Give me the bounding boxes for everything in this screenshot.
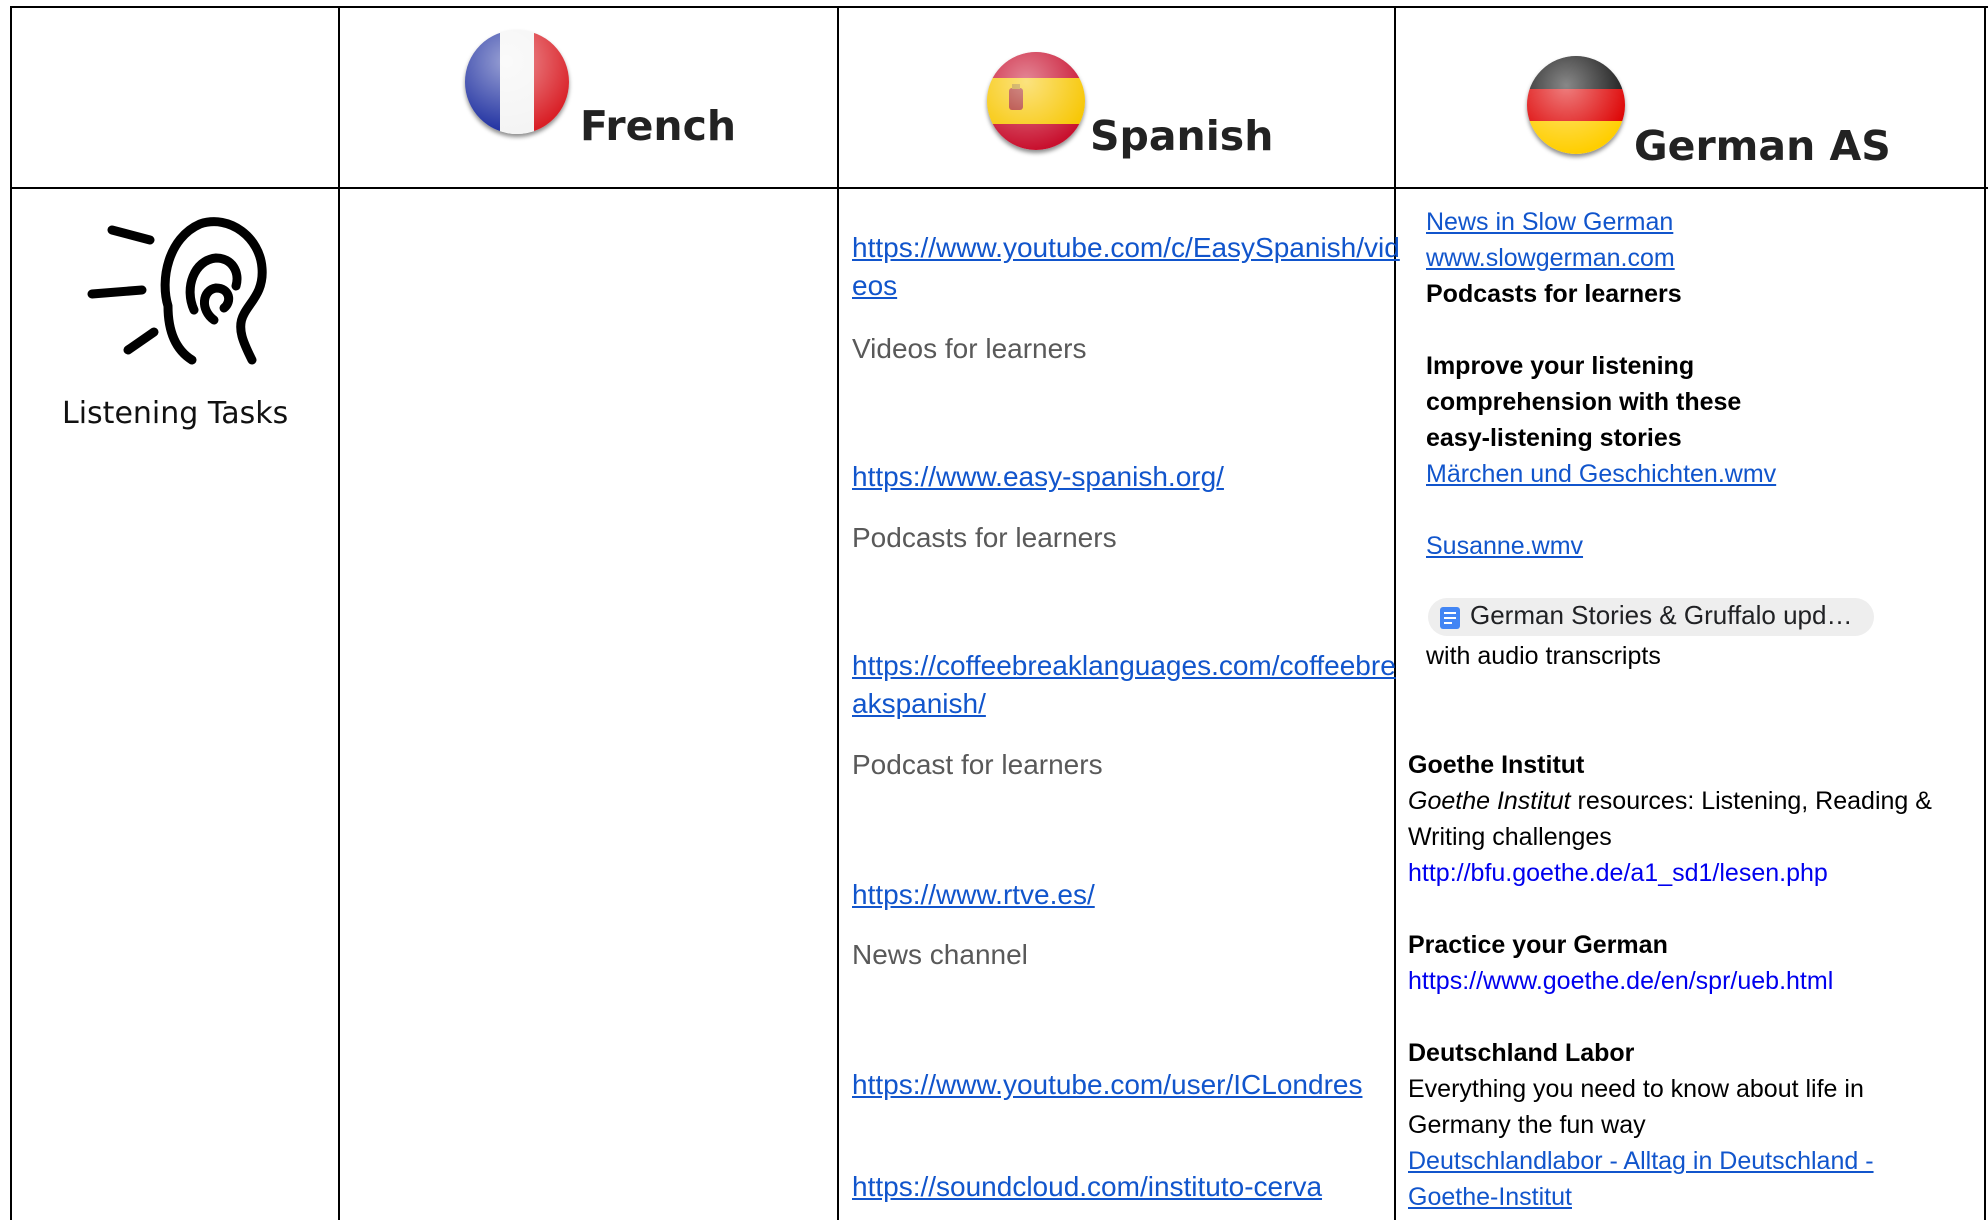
header-german: German AS [1634,122,1891,170]
german-doc-chip-label: German Stories & Gruffalo upd… [1470,600,1853,630]
spanish-link-easy-spanish-org[interactable]: https://www.easy-spanish.org/ [852,458,1404,496]
german-chip-note: with audio transcripts [1426,642,1661,670]
col-border-1 [10,6,12,1220]
header-row-border [10,187,1988,189]
german-practice-title: Practice your German [1408,931,1668,959]
german-link-labor-1[interactable]: Deutschlandlabor - Alltag in Deutschland… [1408,1143,1874,1179]
spanish-link-rtve[interactable]: https://www.rtve.es/ [852,876,1404,914]
german-link-slowgerman-com[interactable]: www.slowgerman.com [1426,240,1675,276]
german-podcasts-label: Podcasts for learners [1426,280,1682,308]
german-link-goethe-ueb[interactable]: https://www.goethe.de/en/spr/ueb.html [1408,963,1833,999]
ear-listening-icon [87,217,267,365]
table-top-border [10,6,1988,8]
spanish-desc-videos: Videos for learners [852,333,1087,364]
germany-flag-icon [1527,56,1625,154]
spanish-desc-podcasts: Podcasts for learners [852,522,1117,553]
german-improve-line-1: Improve your listening [1426,352,1695,380]
german-labor-title: Deutschland Labor [1408,1039,1635,1067]
german-goethe-desc: Goethe Institut resources: Listening, Re… [1408,783,1932,819]
col-border-2 [338,6,340,1220]
spanish-link-easyspanish-videos[interactable]: https://www.youtube.com/c/EasySpanish/vi… [852,229,1404,305]
german-goethe-title: Goethe Institut [1408,751,1585,779]
header-spanish: Spanish [1090,112,1274,160]
german-goethe-desc-2: Writing challenges [1408,823,1612,851]
german-goethe-desc-rest: resources: Listening, Reading & [1570,787,1932,815]
col-border-5 [1984,6,1986,1220]
german-improve-line-3: easy-listening stories [1426,424,1682,452]
german-labor-desc-1: Everything you need to know about life i… [1408,1075,1864,1103]
france-flag-icon [465,30,569,134]
spain-flag-icon [987,52,1085,150]
german-link-news-slow-german[interactable]: News in Slow German [1426,204,1673,240]
col-border-4 [1394,6,1396,1220]
german-link-labor-2[interactable]: Goethe-Institut [1408,1179,1572,1215]
spanish-desc-news: News channel [852,939,1028,970]
resource-table: French Spanish German AS Listening Tasks… [0,0,1988,1220]
spanish-link-iclondres[interactable]: https://www.youtube.com/user/ICLondres [852,1066,1404,1104]
col-border-3 [837,6,839,1220]
german-link-maerchen[interactable]: Märchen und Geschichten.wmv [1426,456,1776,492]
spanish-link-soundcloud[interactable]: https://soundcloud.com/instituto-cerva [852,1168,1404,1206]
german-improve-line-2: comprehension with these [1426,388,1742,416]
header-french: French [580,102,737,150]
german-link-susanne[interactable]: Susanne.wmv [1426,528,1583,564]
german-goethe-desc-italic: Goethe Institut [1408,787,1571,815]
row-label-listening: Listening Tasks [62,396,289,431]
german-link-goethe-lesen[interactable]: http://bfu.goethe.de/a1_sd1/lesen.php [1408,855,1828,891]
spanish-desc-podcast: Podcast for learners [852,749,1103,780]
german-labor-desc-2: Germany the fun way [1408,1111,1646,1139]
spanish-link-coffeebreak[interactable]: https://coffeebreaklanguages.com/coffeeb… [852,647,1404,723]
google-docs-icon [1440,607,1460,629]
german-doc-chip[interactable]: German Stories & Gruffalo upd… [1428,598,1874,636]
